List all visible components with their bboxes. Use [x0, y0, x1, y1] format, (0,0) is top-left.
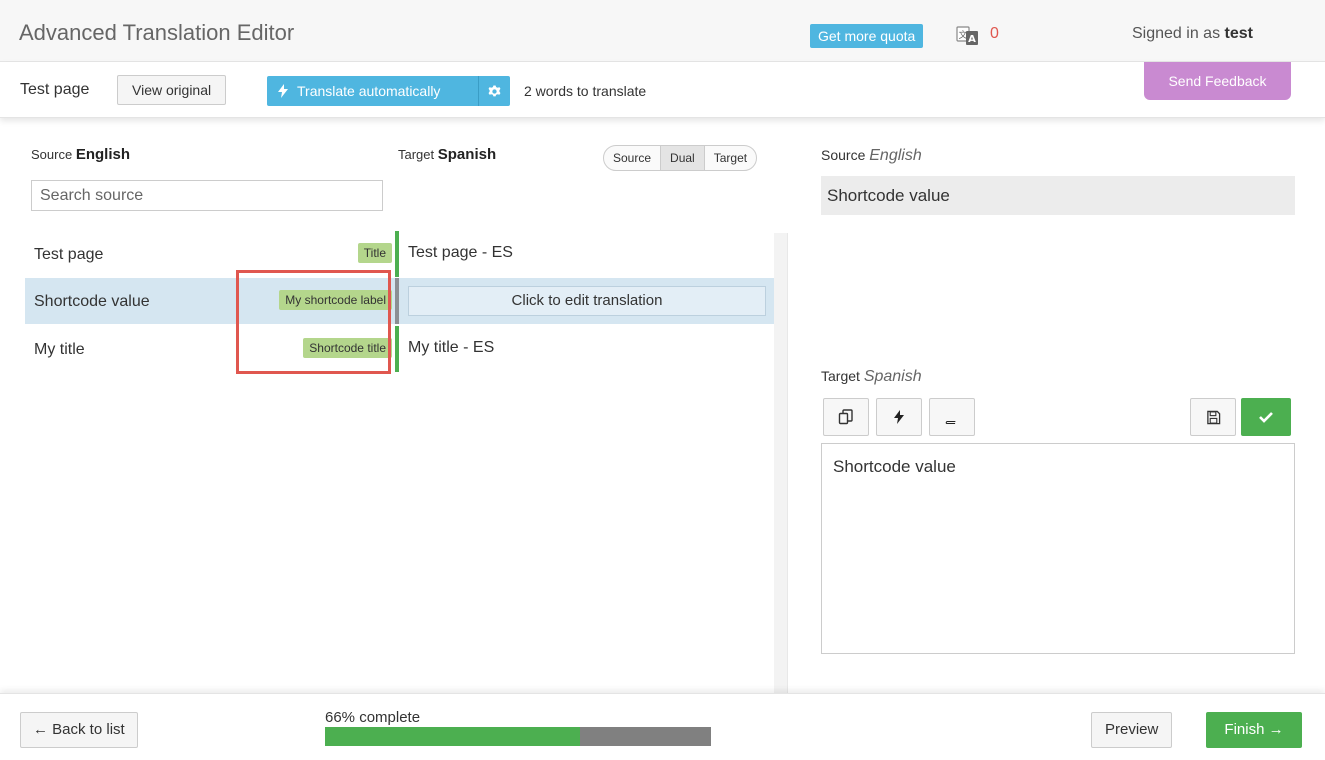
editor-target-language: Spanish: [863, 368, 922, 385]
progress-bar: [325, 727, 711, 746]
row-source-text: Test page: [34, 246, 104, 263]
svg-text:A: A: [968, 34, 976, 45]
gear-icon: [488, 85, 500, 96]
string-row-selected[interactable]: Shortcode value My shortcode label Click…: [25, 278, 774, 324]
words-to-translate: 2 words to translate: [524, 83, 647, 99]
bolt-icon: [278, 84, 288, 98]
translate-automatically-label: Translate automatically: [297, 83, 441, 99]
editor-target-label: Target Spanish: [821, 368, 922, 386]
preview-button[interactable]: Preview: [1091, 712, 1173, 748]
view-mode-dual[interactable]: Dual: [661, 146, 705, 170]
signed-in-prefix: Signed in as: [1132, 25, 1225, 42]
row-source-text: Shortcode value: [34, 293, 150, 310]
copy-icon: [838, 409, 853, 425]
source-language-label: Source English: [31, 146, 130, 163]
target-label: Target: [398, 147, 435, 162]
editor-source-heading: Source: [821, 147, 866, 163]
target-language-label: Target Spanish: [398, 146, 496, 163]
row-context-tag: Title: [357, 243, 392, 263]
approve-button[interactable]: [1241, 398, 1291, 436]
translation-editor: Advanced Translation Editor Get more quo…: [0, 0, 1325, 760]
string-row[interactable]: My title Shortcode title My title - ES: [25, 326, 774, 372]
translate-automatically-button[interactable]: Translate automatically: [267, 76, 479, 106]
footer-bar: ← Back to list 66% complete Preview Fini…: [0, 693, 1325, 760]
page-toolbar: Test page View original Translate automa…: [0, 62, 1325, 118]
source-text-box: Shortcode value: [821, 176, 1295, 215]
finish-button[interactable]: Finish →: [1206, 712, 1302, 748]
check-icon: [1259, 412, 1273, 423]
view-mode-target[interactable]: Target: [705, 146, 756, 170]
save-button[interactable]: [1190, 398, 1236, 436]
signed-in-status: Signed in as test: [1132, 25, 1253, 43]
app-title: Advanced Translation Editor: [19, 20, 295, 45]
save-icon: [1206, 410, 1220, 424]
view-original-button[interactable]: View original: [117, 75, 227, 105]
view-mode-toggle: Source Dual Target: [603, 145, 758, 171]
translate-settings-button[interactable]: [479, 76, 509, 106]
title-bar: Advanced Translation Editor Get more quo…: [0, 0, 1325, 62]
editor-source-language: English: [869, 147, 922, 164]
list-scrollbar-track[interactable]: [774, 233, 787, 693]
editor-target-heading: Target: [821, 368, 860, 384]
book-icon: [945, 411, 957, 424]
username: test: [1224, 25, 1253, 42]
source-label: Source: [31, 147, 73, 162]
string-row[interactable]: Test page Title Test page - ES: [25, 231, 774, 277]
panel-divider: [787, 233, 788, 693]
status-bar-untranslated: [395, 278, 399, 324]
copy-source-button[interactable]: [823, 398, 869, 436]
get-more-quota-button[interactable]: Get more quota: [810, 24, 924, 48]
auto-translate-button[interactable]: [876, 398, 922, 436]
row-target-text[interactable]: My title - ES: [408, 339, 494, 357]
annotation-highlight-box: [236, 270, 391, 374]
target-translation-textarea[interactable]: Shortcode value: [821, 443, 1295, 654]
glossary-button[interactable]: [929, 398, 975, 436]
source-language: English: [75, 146, 130, 163]
edit-translation-cell[interactable]: Click to edit translation: [408, 286, 766, 316]
row-source-text: My title: [34, 341, 85, 358]
view-mode-source[interactable]: Source: [604, 146, 662, 170]
editor-source-label: Source English: [821, 147, 922, 165]
quota-count: 0: [990, 25, 999, 42]
send-feedback-button[interactable]: Send Feedback: [1144, 62, 1291, 100]
page-name: Test page: [20, 81, 90, 98]
status-bar-translated: [395, 326, 399, 372]
bolt-icon: [894, 410, 904, 424]
progress-bar-fill: [325, 727, 580, 746]
search-source-input[interactable]: [31, 180, 383, 211]
target-language: Spanish: [437, 146, 497, 163]
status-bar-translated: [395, 231, 399, 277]
translate-icon: 文 A: [956, 26, 978, 45]
row-target-text[interactable]: Test page - ES: [408, 244, 513, 262]
back-to-list-button[interactable]: ← Back to list: [20, 712, 138, 748]
progress-label: 66% complete: [325, 709, 421, 726]
translate-automatically-group: Translate automatically: [267, 76, 510, 106]
